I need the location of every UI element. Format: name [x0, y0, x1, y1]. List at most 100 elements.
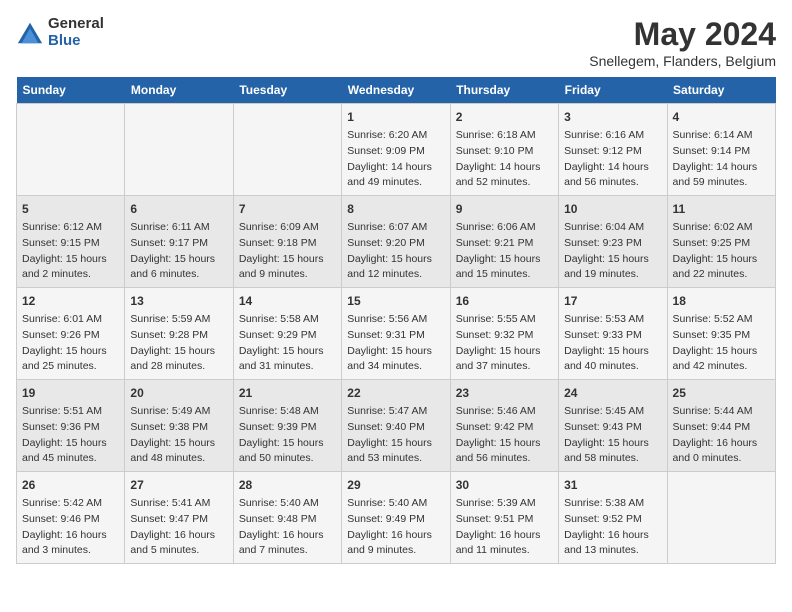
page-header: General Blue May 2024 Snellegem, Flander…	[16, 16, 776, 69]
calendar-cell: 26Sunrise: 5:42 AMSunset: 9:46 PMDayligh…	[17, 472, 125, 564]
day-info: Daylight: 15 hours and 31 minutes.	[239, 344, 336, 376]
day-info: Sunrise: 6:06 AM	[456, 220, 553, 236]
day-number: 4	[673, 108, 770, 126]
calendar-cell: 2 Sunrise: 6:18 AMSunset: 9:10 PMDaylight…	[450, 104, 558, 196]
day-number: 11	[673, 200, 770, 218]
day-number: 30	[456, 476, 553, 494]
day-number: 15	[347, 292, 444, 310]
calendar-cell: 20Sunrise: 5:49 AMSunset: 9:38 PMDayligh…	[125, 380, 233, 472]
day-info: Sunset: 9:32 PM	[456, 328, 553, 344]
day-info: Sunset: 9:35 PM	[673, 328, 770, 344]
day-number: 2	[456, 108, 553, 126]
day-info: Daylight: 15 hours and 25 minutes.	[22, 344, 119, 376]
day-info: Sunset: 9:23 PM	[564, 236, 661, 252]
day-info: Sunset: 9:31 PM	[347, 328, 444, 344]
week-row-4: 19Sunrise: 5:51 AMSunset: 9:36 PMDayligh…	[17, 380, 776, 472]
calendar-cell: 15Sunrise: 5:56 AMSunset: 9:31 PMDayligh…	[342, 288, 450, 380]
day-number: 8	[347, 200, 444, 218]
day-info: Daylight: 16 hours and 11 minutes.	[456, 528, 553, 560]
day-info: Sunrise: 5:46 AM	[456, 404, 553, 420]
header-row: SundayMondayTuesdayWednesdayThursdayFrid…	[17, 77, 776, 104]
day-info: Daylight: 15 hours and 53 minutes.	[347, 436, 444, 468]
day-info: Daylight: 16 hours and 0 minutes.	[673, 436, 770, 468]
day-info: Daylight: 15 hours and 42 minutes.	[673, 344, 770, 376]
day-info: Sunrise: 5:44 AM	[673, 404, 770, 420]
logo-blue: Blue	[48, 33, 104, 50]
day-info: Daylight: 15 hours and 6 minutes.	[130, 252, 227, 284]
logo: General Blue	[16, 16, 104, 49]
subtitle: Snellegem, Flanders, Belgium	[589, 53, 776, 69]
day-number: 28	[239, 476, 336, 494]
day-number: 18	[673, 292, 770, 310]
day-info: Sunrise: 5:56 AM	[347, 312, 444, 328]
day-info: Daylight: 15 hours and 40 minutes.	[564, 344, 661, 376]
day-number: 7	[239, 200, 336, 218]
day-info: Daylight: 15 hours and 9 minutes.	[239, 252, 336, 284]
day-info: Daylight: 16 hours and 7 minutes.	[239, 528, 336, 560]
day-info: Sunset: 9:28 PM	[130, 328, 227, 344]
day-number: 13	[130, 292, 227, 310]
day-info: Sunset: 9:38 PM	[130, 420, 227, 436]
day-info: Sunrise: 6:18 AM	[456, 128, 553, 144]
day-info: Sunrise: 5:47 AM	[347, 404, 444, 420]
calendar-cell: 29Sunrise: 5:40 AMSunset: 9:49 PMDayligh…	[342, 472, 450, 564]
logo-general: General	[48, 16, 104, 33]
day-info: Daylight: 14 hours and 52 minutes.	[456, 160, 553, 192]
day-info: Sunrise: 6:04 AM	[564, 220, 661, 236]
calendar-cell: 27Sunrise: 5:41 AMSunset: 9:47 PMDayligh…	[125, 472, 233, 564]
day-info: Sunrise: 6:20 AM	[347, 128, 444, 144]
day-info: Daylight: 15 hours and 12 minutes.	[347, 252, 444, 284]
day-info: Daylight: 14 hours and 59 minutes.	[673, 160, 770, 192]
day-info: Sunset: 9:44 PM	[673, 420, 770, 436]
day-info: Sunset: 9:29 PM	[239, 328, 336, 344]
day-info: Sunset: 9:10 PM	[456, 144, 553, 160]
day-info: Daylight: 14 hours and 49 minutes.	[347, 160, 444, 192]
day-info: Sunset: 9:51 PM	[456, 512, 553, 528]
day-info: Sunrise: 5:58 AM	[239, 312, 336, 328]
day-info: Sunrise: 5:51 AM	[22, 404, 119, 420]
calendar-cell: 21Sunrise: 5:48 AMSunset: 9:39 PMDayligh…	[233, 380, 341, 472]
calendar-cell: 24Sunrise: 5:45 AMSunset: 9:43 PMDayligh…	[559, 380, 667, 472]
day-info: Sunrise: 5:40 AM	[239, 496, 336, 512]
day-info: Sunset: 9:18 PM	[239, 236, 336, 252]
day-info: Sunrise: 5:38 AM	[564, 496, 661, 512]
day-info: Daylight: 16 hours and 9 minutes.	[347, 528, 444, 560]
day-info: Daylight: 16 hours and 13 minutes.	[564, 528, 661, 560]
day-number: 25	[673, 384, 770, 402]
day-info: Sunset: 9:46 PM	[22, 512, 119, 528]
day-info: Sunset: 9:12 PM	[564, 144, 661, 160]
day-info: Sunrise: 5:39 AM	[456, 496, 553, 512]
day-info: Sunrise: 5:41 AM	[130, 496, 227, 512]
day-info: Daylight: 15 hours and 19 minutes.	[564, 252, 661, 284]
calendar-cell: 3Sunrise: 6:16 AMSunset: 9:12 PMDaylight…	[559, 104, 667, 196]
day-info: Sunrise: 6:09 AM	[239, 220, 336, 236]
day-info: Sunrise: 5:48 AM	[239, 404, 336, 420]
day-info: Sunset: 9:09 PM	[347, 144, 444, 160]
calendar-table: SundayMondayTuesdayWednesdayThursdayFrid…	[16, 77, 776, 564]
day-number: 6	[130, 200, 227, 218]
logo-text: General Blue	[48, 16, 104, 49]
calendar-cell: 14 Sunrise: 5:58 AMSunset: 9:29 PMDayligh…	[233, 288, 341, 380]
day-number: 31	[564, 476, 661, 494]
day-info: Sunset: 9:20 PM	[347, 236, 444, 252]
header-thursday: Thursday	[450, 77, 558, 104]
logo-icon	[16, 19, 44, 47]
day-info: Sunset: 9:42 PM	[456, 420, 553, 436]
day-info: Sunset: 9:48 PM	[239, 512, 336, 528]
week-row-3: 12Sunrise: 6:01 AMSunset: 9:26 PMDayligh…	[17, 288, 776, 380]
day-info: Sunset: 9:49 PM	[347, 512, 444, 528]
day-info: Daylight: 15 hours and 58 minutes.	[564, 436, 661, 468]
day-info: Sunset: 9:39 PM	[239, 420, 336, 436]
day-number: 3	[564, 108, 661, 126]
calendar-cell: 31Sunrise: 5:38 AMSunset: 9:52 PMDayligh…	[559, 472, 667, 564]
day-info: Daylight: 16 hours and 5 minutes.	[130, 528, 227, 560]
calendar-cell: 19Sunrise: 5:51 AMSunset: 9:36 PMDayligh…	[17, 380, 125, 472]
header-sunday: Sunday	[17, 77, 125, 104]
day-info: Daylight: 15 hours and 15 minutes.	[456, 252, 553, 284]
day-info: Sunrise: 5:55 AM	[456, 312, 553, 328]
day-number: 14	[239, 292, 336, 310]
day-number: 10	[564, 200, 661, 218]
calendar-cell: 11Sunrise: 6:02 AMSunset: 9:25 PMDayligh…	[667, 196, 775, 288]
day-info: Daylight: 15 hours and 50 minutes.	[239, 436, 336, 468]
day-info: Daylight: 15 hours and 22 minutes.	[673, 252, 770, 284]
